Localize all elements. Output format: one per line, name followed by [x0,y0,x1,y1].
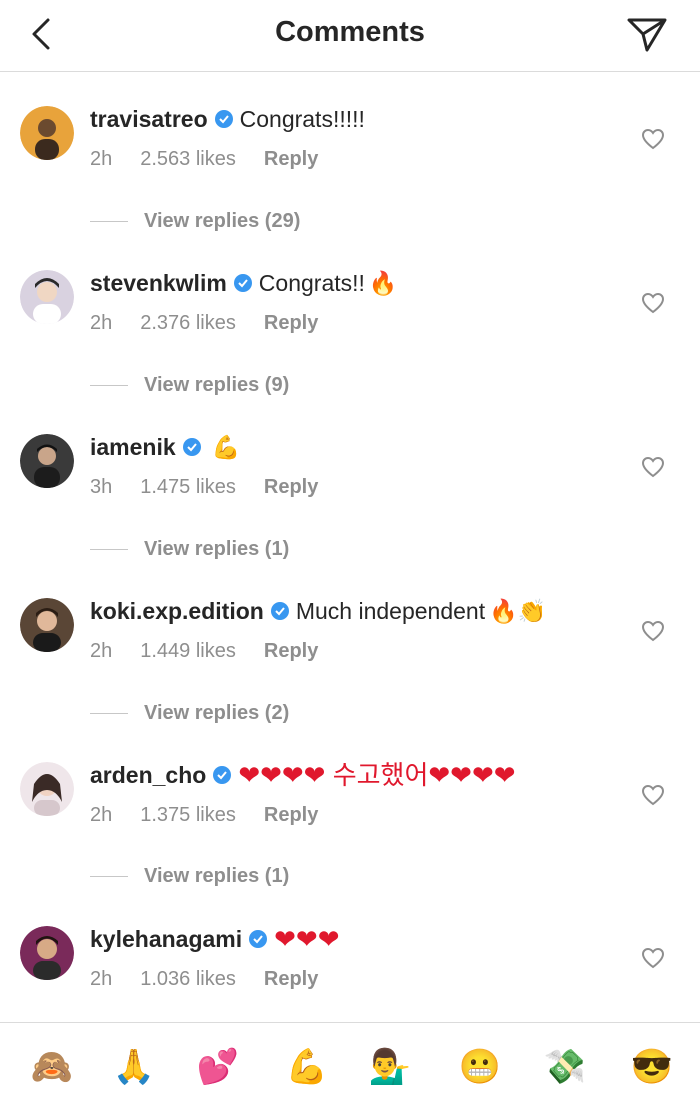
verified-badge-icon [233,274,252,292]
send-direct-icon[interactable] [625,14,669,54]
comment-likes[interactable]: 2.376 likes [140,312,236,335]
comment-username[interactable]: iamenik [90,434,176,461]
comment-time: 2h [90,803,113,826]
sunglasses-face-emoji-button[interactable]: 😎 [630,1045,674,1089]
like-heart-icon[interactable] [641,947,665,969]
folded-hands-emoji-button[interactable]: 🙏 [112,1045,156,1089]
comment-time: 2h [90,639,113,662]
reply-button[interactable]: Reply [264,804,318,827]
flexed-biceps-emoji-button[interactable]: 💪 [285,1045,329,1089]
view-replies-label: View replies (9) [144,373,290,396]
grimacing-face-emoji-button[interactable]: 😬 [458,1045,502,1089]
comment-meta: 2h 1.449 likes Reply [90,637,346,665]
comment-text: Congrats!!!!! [239,105,365,132]
view-replies-label: View replies (1) [144,537,290,560]
avatar[interactable] [20,598,74,652]
comment-text: Congrats!! [258,269,365,296]
comment-likes[interactable]: 1.449 likes [140,640,236,663]
view-replies-link[interactable]: View replies (9) [90,371,289,399]
see-no-evil-monkey-emoji-button[interactable]: 🙈 [30,1045,74,1089]
comment-username[interactable]: kylehanagami [90,926,242,953]
avatar[interactable] [20,434,74,488]
view-replies-divider [90,875,128,877]
comment-line: koki.exp.edition Much independent 🔥👏 [90,594,546,628]
comment-meta: 3h 1.475 likes Reply [90,473,346,501]
view-replies-link[interactable]: View replies (1) [90,535,289,563]
comment-likes[interactable]: 1.036 likes [140,968,236,991]
verified-badge-icon [213,766,232,784]
view-replies-divider [90,384,128,386]
comment-text: ❤❤❤❤ 수고했어❤❤❤❤ [238,760,516,790]
like-heart-icon[interactable] [641,292,665,314]
comment-username[interactable]: koki.exp.edition [90,598,264,625]
comment-time: 2h [90,311,113,334]
avatar[interactable] [20,270,74,324]
like-heart-icon[interactable] [641,456,665,478]
comment-text: Much independent [295,597,486,624]
reply-button[interactable]: Reply [264,640,318,663]
two-hearts-emoji-button[interactable]: 💕 [196,1045,240,1089]
comment-meta: 2h 1.375 likes Reply [90,801,346,829]
comment-meta: 2h 2.563 likes Reply [90,145,346,173]
reply-button[interactable]: Reply [264,312,318,335]
like-heart-icon[interactable] [641,128,665,150]
view-replies-link[interactable]: View replies (29) [90,207,300,235]
verified-badge-icon [249,930,268,948]
like-heart-icon[interactable] [641,784,665,806]
comment-username[interactable]: stevenkwlim [90,270,227,297]
comment-line: iamenik 💪 [90,430,240,464]
emoji-quick-bar: 🙈 🙏 💕 💪 💁‍♂️ 😬 💸 😎 [0,1022,700,1102]
view-replies-label: View replies (2) [144,701,290,724]
verified-badge-icon [214,110,233,128]
view-replies-divider [90,712,128,714]
comment-username[interactable]: arden_cho [90,762,206,789]
like-heart-icon[interactable] [641,620,665,642]
flexed-biceps-emoji: 💪 [211,433,241,460]
verified-badge-icon [270,602,289,620]
avatar[interactable] [20,106,74,160]
fire-emoji: 🔥 [368,269,398,296]
comment-time: 2h [90,967,113,990]
comment-line: arden_cho ❤❤❤❤ 수고했어❤❤❤❤ [90,758,516,792]
avatar[interactable] [20,762,74,816]
comment-time: 2h [90,147,113,170]
reply-button[interactable]: Reply [264,148,318,171]
view-replies-label: View replies (29) [144,209,301,232]
comment-line: kylehanagami ❤❤❤ [90,922,340,956]
page-title: Comments [275,16,425,48]
comment-line: travisatreo Congrats!!!!! [90,102,365,136]
fire-clap-emoji: 🔥👏 [489,597,547,624]
comment-time: 3h [90,475,113,498]
verified-badge-icon [182,438,201,456]
header-bar: Comments [0,0,700,72]
comment-line: stevenkwlim Congrats!! 🔥 [90,266,398,300]
view-replies-link[interactable]: View replies (1) [90,862,289,890]
comment-likes[interactable]: 2.563 likes [140,148,236,171]
avatar[interactable] [20,926,74,980]
comment-text: ❤❤❤ [274,924,340,954]
view-replies-divider [90,548,128,550]
reply-button[interactable]: Reply [264,968,318,991]
comment-meta: 2h 1.036 likes Reply [90,965,346,993]
money-with-wings-emoji-button[interactable]: 💸 [543,1045,587,1089]
view-replies-label: View replies (1) [144,864,290,887]
comment-likes[interactable]: 1.475 likes [140,476,236,499]
comment-username[interactable]: travisatreo [90,106,208,133]
comment-meta: 2h 2.376 likes Reply [90,309,346,337]
reply-button[interactable]: Reply [264,476,318,499]
view-replies-link[interactable]: View replies (2) [90,699,289,727]
person-tipping-hand-emoji-button[interactable]: 💁‍♂️ [368,1045,412,1089]
view-replies-divider [90,220,128,222]
comment-likes[interactable]: 1.375 likes [140,804,236,827]
